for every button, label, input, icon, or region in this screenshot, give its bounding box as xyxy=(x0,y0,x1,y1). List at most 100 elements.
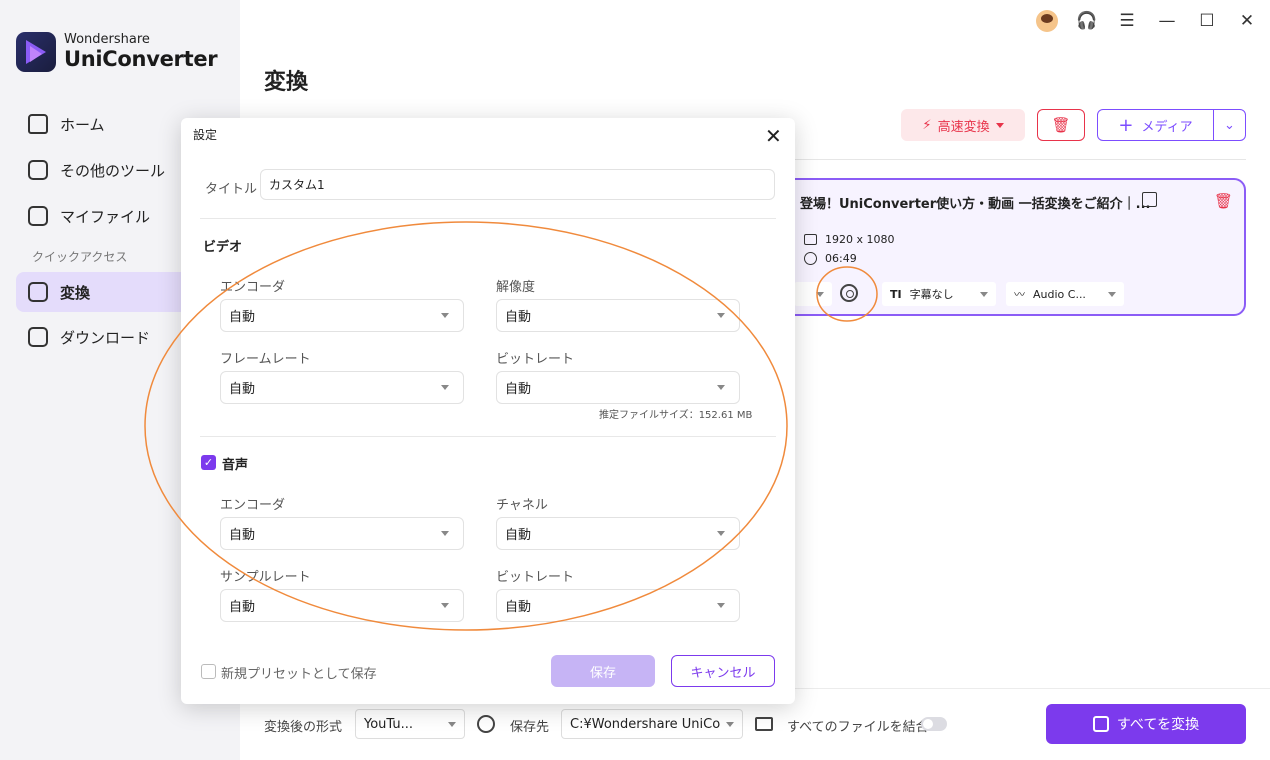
trash-icon: 🗑 xyxy=(1051,116,1071,134)
page-title: 変換 xyxy=(264,70,309,95)
save-preset-checkbox[interactable] xyxy=(201,664,216,679)
chevron-down-icon xyxy=(995,122,1004,128)
plus-icon: + xyxy=(1118,114,1134,136)
framerate-label: フレームレート xyxy=(220,352,311,367)
quick-access-heading: クイックアクセス xyxy=(32,250,128,264)
divider xyxy=(200,436,776,437)
add-media-label: メディア xyxy=(1141,119,1193,135)
chevron-down-icon xyxy=(980,291,988,297)
brand-name: UniConverter xyxy=(64,47,218,71)
video-title: 登場！UniConverter使い方・動画 一括変換をご紹介｜... xyxy=(800,197,1151,212)
subtitle-select[interactable]: TI 字幕なし xyxy=(882,282,996,306)
channel-select[interactable]: 自動 xyxy=(496,517,740,550)
app-logo: Wondershare UniConverter xyxy=(16,32,218,72)
clock-icon xyxy=(804,252,817,265)
minimize-icon[interactable]: — xyxy=(1156,10,1178,32)
chevron-down-icon xyxy=(441,603,449,608)
sidebar-item-label: ダウンロード xyxy=(60,328,151,347)
save-location-select[interactable]: C:¥Wondershare UniCor xyxy=(561,709,743,739)
settings-dialog: 設定 ✕ タイトル カスタム1 ビデオ エンコーダ 自動 解像度 自動 フレーム… xyxy=(181,118,795,704)
video-bitrate-label: ビットレート xyxy=(496,352,575,367)
audio-encoder-label: エンコーダ xyxy=(220,498,286,513)
convert-icon xyxy=(28,282,48,302)
window-controls: 🎧 ☰ — ☐ ✕ xyxy=(1036,10,1258,32)
channel-label: チャネル xyxy=(496,498,548,513)
duration-info: 06:49 xyxy=(804,252,857,265)
chevron-down-icon xyxy=(717,385,725,390)
audio-track-select[interactable]: 〰 Audio C... xyxy=(1006,282,1124,306)
avatar[interactable] xyxy=(1036,10,1058,32)
cancel-button[interactable]: キャンセル xyxy=(671,655,775,687)
resolution-icon xyxy=(804,234,817,245)
chevron-down-icon xyxy=(717,603,725,608)
uniconverter-logo-icon xyxy=(16,32,56,72)
add-media-dropdown[interactable]: ⌄ xyxy=(1214,118,1245,133)
save-button[interactable]: 保存 xyxy=(551,655,655,687)
convert-all-button[interactable]: すべてを変換 xyxy=(1046,704,1246,744)
fast-convert-label: 高速変換 xyxy=(937,119,990,135)
samplerate-select[interactable]: 自動 xyxy=(220,589,464,622)
audio-bitrate-select[interactable]: 自動 xyxy=(496,589,740,622)
checkmark-icon: ✓ xyxy=(203,456,214,469)
video-section-title: ビデオ xyxy=(203,240,243,255)
sidebar-item-label: ホーム xyxy=(60,115,105,134)
chevron-down-icon xyxy=(717,313,725,318)
resolution-info: 1920 x 1080 xyxy=(804,233,895,246)
chevron-down-icon xyxy=(441,313,449,318)
chevron-down-icon xyxy=(726,721,734,727)
video-bitrate-select[interactable]: 自動 xyxy=(496,371,740,404)
close-icon[interactable]: ✕ xyxy=(765,126,782,146)
resolution-label: 解像度 xyxy=(496,280,536,295)
divider xyxy=(200,218,776,219)
save-preset-label: 新規プリセットとして保存 xyxy=(221,667,377,682)
save-location-label: 保存先 xyxy=(510,720,550,735)
dialog-title: 設定 xyxy=(193,128,218,142)
settings-gear-icon[interactable] xyxy=(840,284,858,302)
chevron-down-icon: ⌄ xyxy=(1224,117,1235,133)
resolution-select[interactable]: 自動 xyxy=(496,299,740,332)
audio-encoder-select[interactable]: 自動 xyxy=(220,517,464,550)
sidebar-item-label: マイファイル xyxy=(60,207,151,226)
fast-convert-button[interactable]: ⚡ 高速変換 xyxy=(901,109,1025,141)
samplerate-label: サンプルレート xyxy=(220,570,311,585)
format-select-partial[interactable] xyxy=(794,282,832,306)
audio-wave-icon: 〰 xyxy=(1014,288,1025,301)
video-encoder-label: エンコーダ xyxy=(220,280,286,295)
toolbox-icon xyxy=(28,160,48,180)
chevron-down-icon xyxy=(441,385,449,390)
headset-support-icon[interactable]: 🎧 xyxy=(1076,10,1098,32)
edit-icon[interactable] xyxy=(1142,192,1157,207)
text-icon: TI xyxy=(890,287,902,301)
delete-all-button[interactable]: 🗑 xyxy=(1037,109,1085,141)
video-encoder-select[interactable]: 自動 xyxy=(220,299,464,332)
download-icon xyxy=(28,327,48,347)
audio-bitrate-label: ビットレート xyxy=(496,570,575,585)
add-media-button[interactable]: + メディア ⌄ xyxy=(1097,109,1246,141)
maximize-icon[interactable]: ☐ xyxy=(1196,10,1218,32)
sidebar-item-label: その他のツール xyxy=(60,161,166,180)
audio-section-title: 音声 xyxy=(222,458,249,473)
chevron-down-icon xyxy=(448,721,456,727)
output-format-label: 変換後の形式 xyxy=(264,720,343,735)
sidebar-item-label: 変換 xyxy=(60,283,91,302)
chevron-down-icon xyxy=(441,531,449,536)
output-format-select[interactable]: YouTu... xyxy=(355,709,465,739)
framerate-select[interactable]: 自動 xyxy=(220,371,464,404)
title-input[interactable]: カスタム1 xyxy=(260,169,775,200)
audio-checkbox[interactable]: ✓ xyxy=(201,455,216,470)
lightning-icon: ⚡ xyxy=(922,117,932,133)
settings-gear-icon[interactable] xyxy=(477,715,495,733)
folder-icon[interactable] xyxy=(755,717,773,731)
menu-icon[interactable]: ☰ xyxy=(1116,10,1138,32)
title-label: タイトル xyxy=(205,182,258,197)
chevron-down-icon xyxy=(1108,291,1116,297)
merge-files-toggle[interactable] xyxy=(921,717,947,731)
file-icon xyxy=(28,206,48,226)
close-window-icon[interactable]: ✕ xyxy=(1236,10,1258,32)
estimated-file-size: 推定ファイルサイズ：152.61 MB xyxy=(599,410,753,421)
trash-icon[interactable]: 🗑 xyxy=(1214,192,1233,210)
merge-files-label: すべてのファイルを結合 xyxy=(787,720,929,735)
chevron-down-icon xyxy=(717,531,725,536)
convert-icon xyxy=(1092,716,1109,732)
home-icon xyxy=(28,114,48,134)
